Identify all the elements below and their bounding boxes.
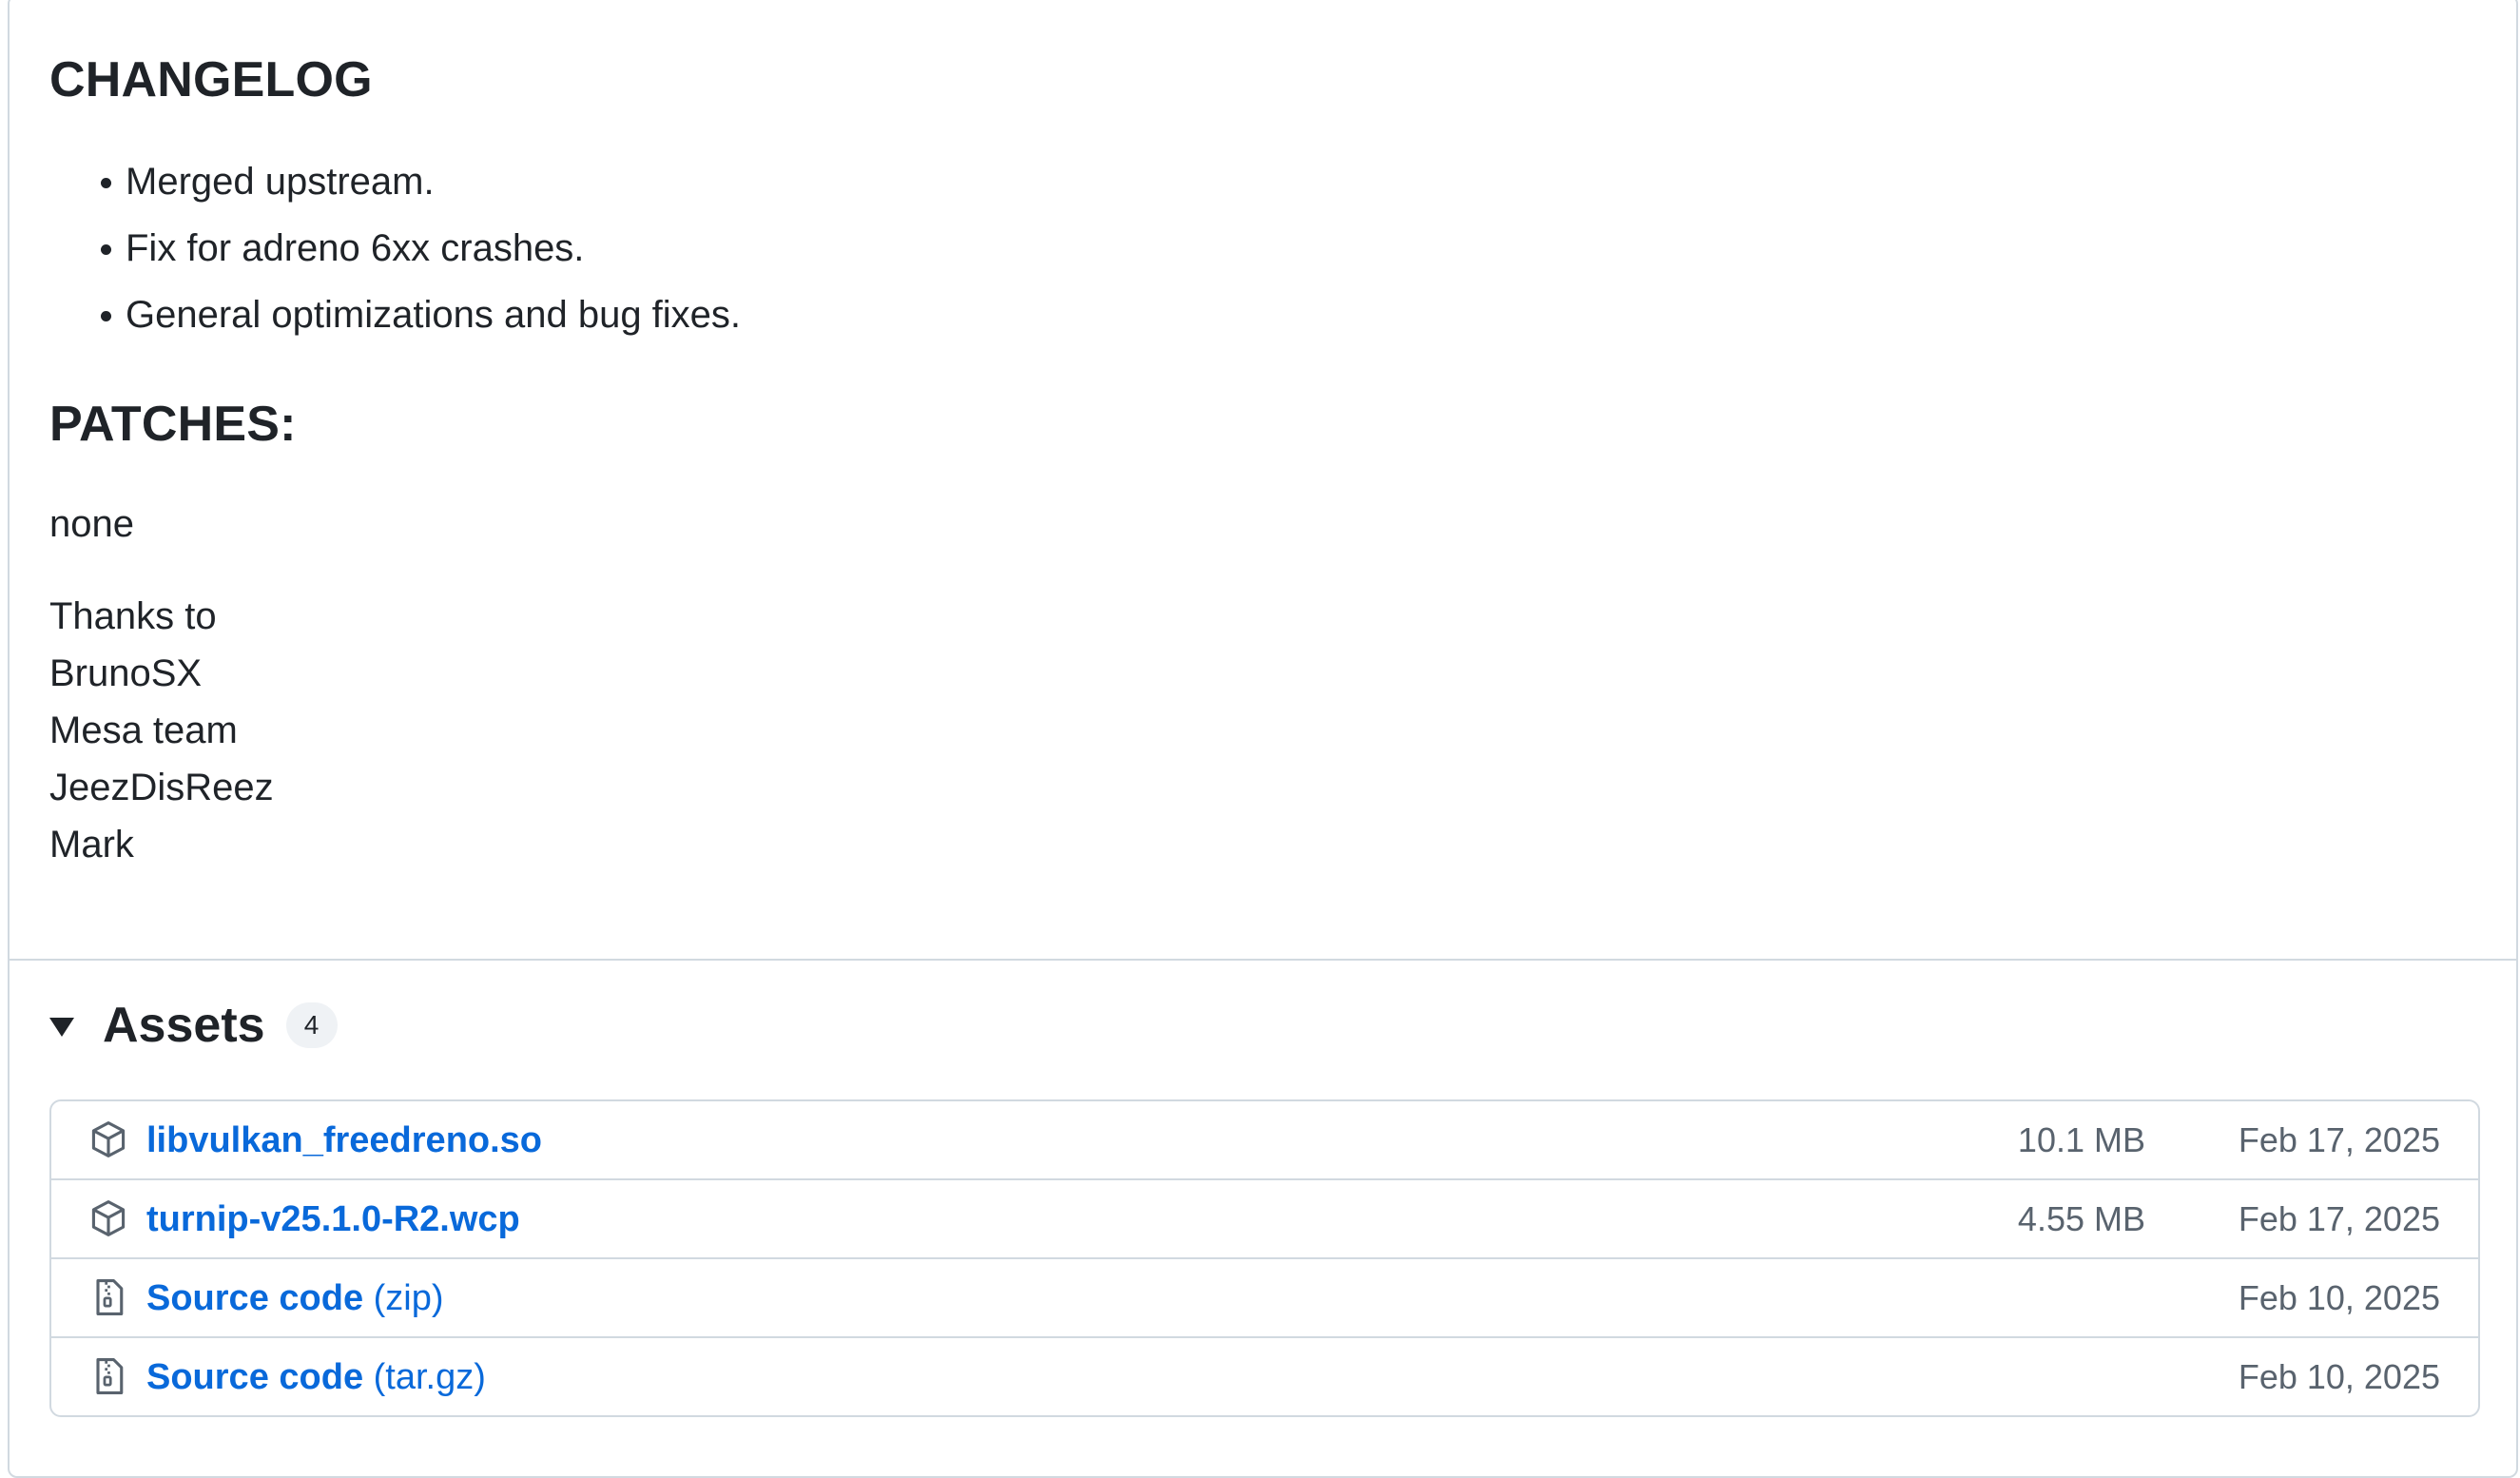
- thanks-line: Mark: [49, 824, 134, 865]
- bullet-icon: [101, 244, 111, 255]
- asset-name[interactable]: Source code: [146, 1278, 363, 1318]
- assets-list: libvulkan_freedreno.so 10.1 MB Feb 17, 2…: [49, 1099, 2480, 1417]
- changelog-heading: CHANGELOG: [49, 52, 373, 107]
- package-icon: [91, 1200, 126, 1236]
- asset-link[interactable]: Source code (tar.gz): [146, 1355, 486, 1399]
- changelog-item-text: Fix for adreno 6xx crashes.: [126, 227, 585, 269]
- release-card: CHANGELOG Merged upstream. Fix for adren…: [8, 0, 2518, 1478]
- bullet-icon: [101, 178, 111, 188]
- patches-heading: PATCHES:: [49, 397, 297, 452]
- changelog-item-text: General optimizations and bug fixes.: [126, 294, 742, 336]
- asset-name[interactable]: libvulkan_freedreno.so: [146, 1120, 542, 1160]
- asset-size: 10.1 MB: [2017, 1120, 2145, 1159]
- asset-row: libvulkan_freedreno.so 10.1 MB Feb 17, 2…: [51, 1101, 2478, 1178]
- asset-link[interactable]: libvulkan_freedreno.so: [146, 1118, 542, 1162]
- assets-count-badge: 4: [285, 1002, 338, 1048]
- asset-name[interactable]: Source code: [146, 1357, 363, 1397]
- thanks-line: JeezDisReez: [49, 767, 274, 808]
- assets-title: Assets: [103, 998, 265, 1053]
- bullet-icon: [101, 311, 111, 321]
- caret-down-icon: [49, 1018, 74, 1037]
- thanks-block: Thanks to BrunoSX Mesa team JeezDisReez …: [49, 588, 274, 873]
- file-zip-icon: [96, 1279, 124, 1315]
- asset-format-suffix[interactable]: (tar.gz): [374, 1357, 486, 1397]
- thanks-line: Thanks to: [49, 595, 217, 637]
- list-item: General optimizations and bug fixes.: [49, 282, 741, 348]
- patches-text: none: [49, 503, 134, 545]
- asset-row: Source code (tar.gz) Feb 10, 2025: [51, 1336, 2478, 1415]
- asset-row: turnip-v25.1.0-R2.wcp 4.55 MB Feb 17, 20…: [51, 1178, 2478, 1257]
- asset-date: Feb 10, 2025: [2238, 1278, 2440, 1317]
- list-item: Fix for adreno 6xx crashes.: [49, 215, 741, 282]
- asset-link[interactable]: turnip-v25.1.0-R2.wcp: [146, 1197, 520, 1241]
- file-zip-icon: [96, 1358, 124, 1394]
- asset-size: 4.55 MB: [2017, 1199, 2145, 1238]
- thanks-line: Mesa team: [49, 710, 238, 751]
- package-icon: [91, 1121, 126, 1157]
- asset-format-suffix[interactable]: (zip): [374, 1278, 444, 1318]
- asset-date: Feb 10, 2025: [2238, 1357, 2440, 1396]
- list-item: Merged upstream.: [49, 148, 741, 215]
- asset-link[interactable]: Source code (zip): [146, 1276, 444, 1320]
- asset-row: Source code (zip) Feb 10, 2025: [51, 1257, 2478, 1336]
- thanks-line: BrunoSX: [49, 652, 203, 694]
- changelog-item-text: Merged upstream.: [126, 161, 435, 203]
- asset-date: Feb 17, 2025: [2238, 1120, 2440, 1159]
- changelog-list: Merged upstream. Fix for adreno 6xx cras…: [49, 148, 741, 348]
- asset-name[interactable]: turnip-v25.1.0-R2.wcp: [146, 1199, 520, 1239]
- release-notes-body: CHANGELOG Merged upstream. Fix for adren…: [10, 0, 2516, 961]
- asset-date: Feb 17, 2025: [2238, 1199, 2440, 1238]
- assets-toggle[interactable]: Assets 4: [49, 997, 338, 1054]
